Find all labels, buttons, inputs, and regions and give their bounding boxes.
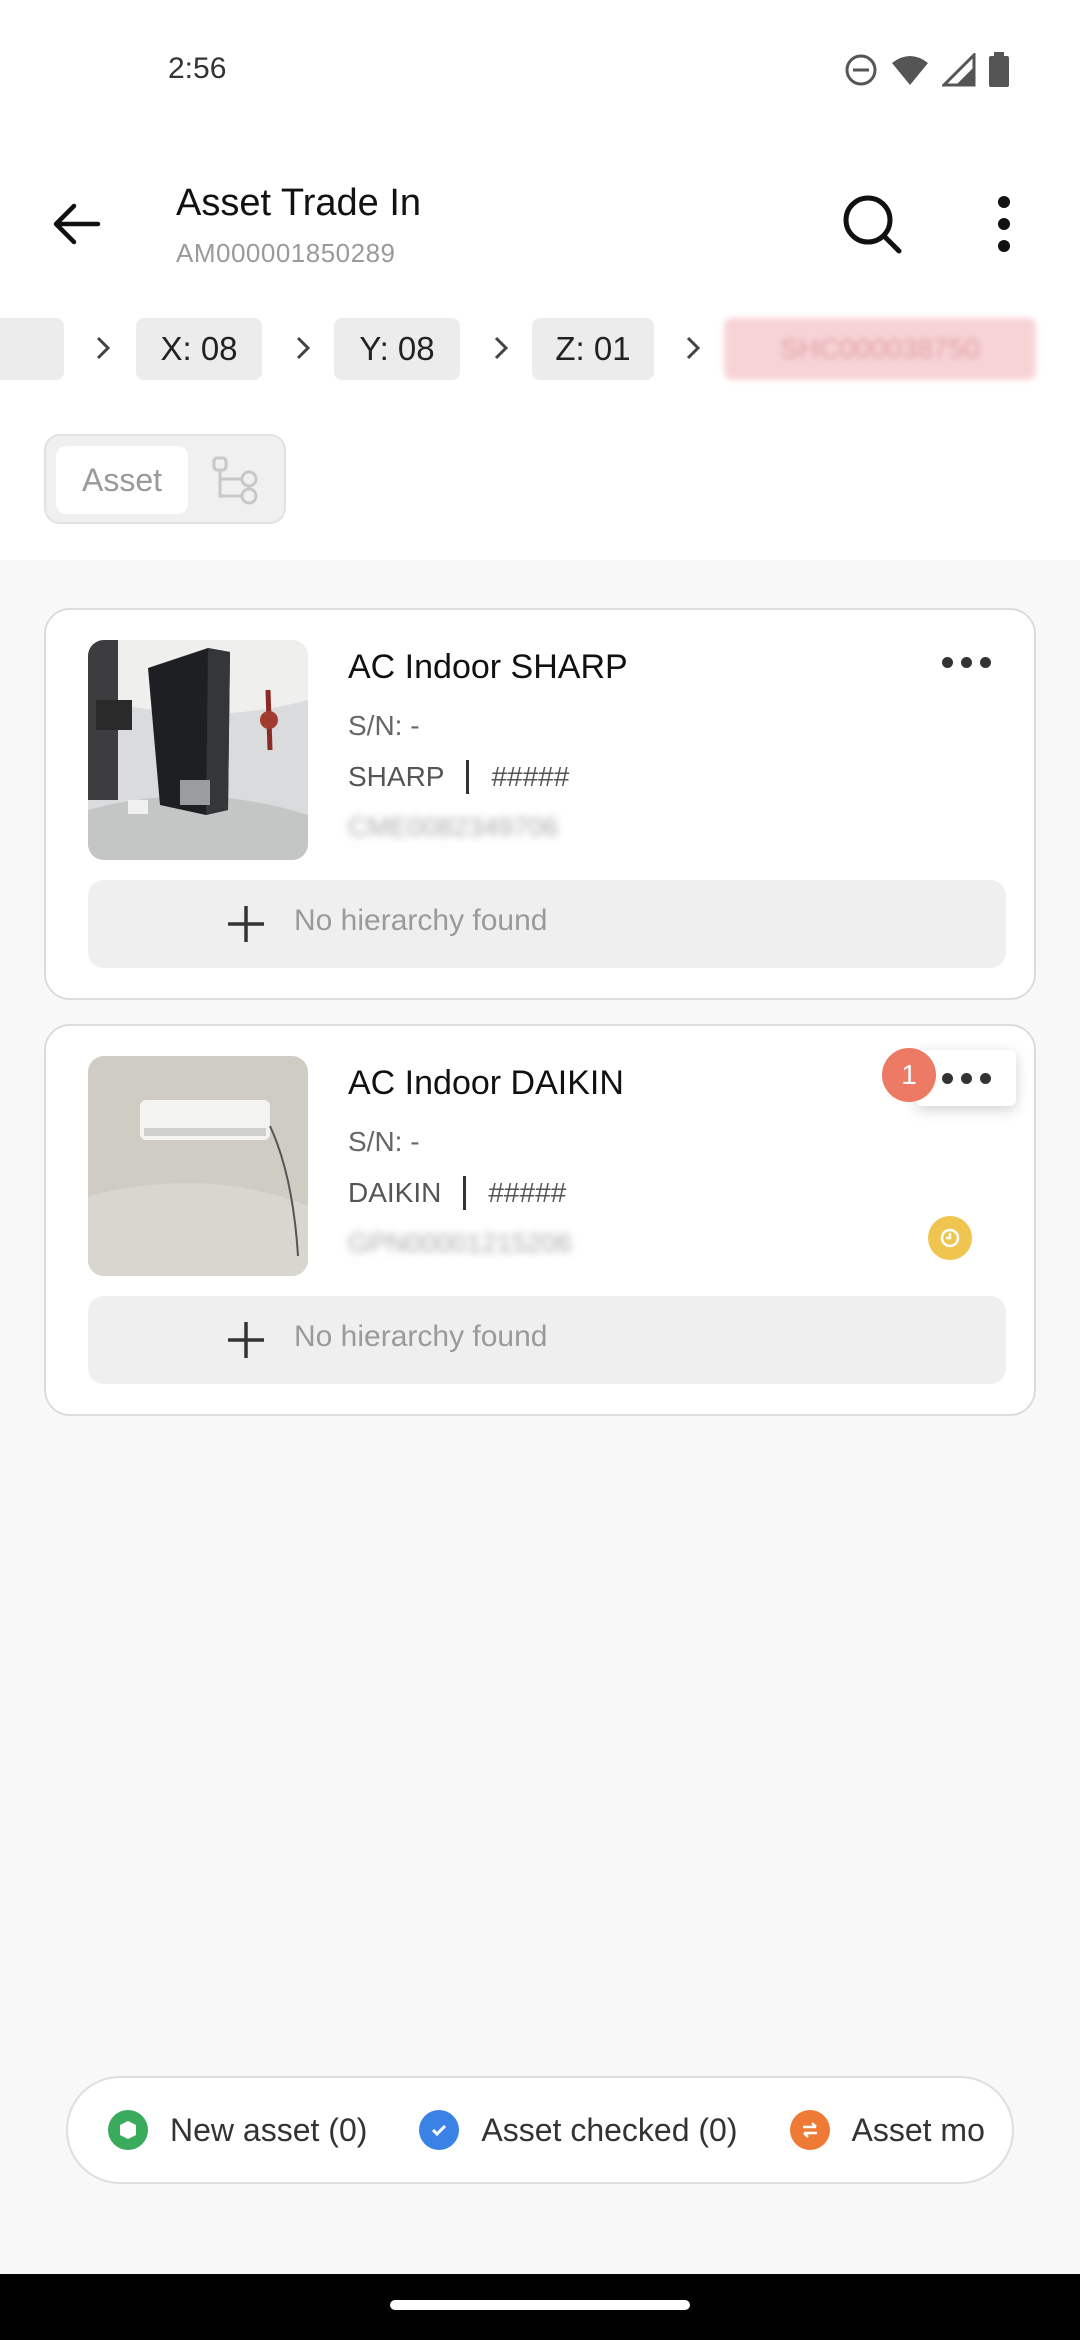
asset-photo bbox=[88, 640, 308, 860]
more-horizontal-icon bbox=[941, 656, 953, 668]
chevron-right-icon bbox=[88, 333, 118, 363]
notification-badge: 1 bbox=[882, 1048, 936, 1102]
add-hierarchy-button[interactable]: No hierarchy found bbox=[88, 880, 1006, 968]
back-button[interactable] bbox=[40, 188, 112, 260]
hierarchy-view-tab[interactable] bbox=[206, 450, 268, 512]
dnd-icon bbox=[844, 53, 878, 92]
hierarchy-empty-label: No hierarchy found bbox=[294, 904, 548, 937]
battery-icon bbox=[988, 52, 1010, 93]
chevron-right-icon bbox=[288, 333, 318, 363]
divider bbox=[463, 1176, 467, 1210]
page-title: Asset Trade In bbox=[176, 182, 422, 224]
status-time: 2:56 bbox=[168, 52, 227, 85]
asset-view-tab[interactable]: Asset bbox=[56, 446, 188, 514]
asset-code: CME0082349706 bbox=[348, 812, 559, 842]
asset-card[interactable]: AC Indoor DAIKIN S/N: - DAIKIN ##### GPN… bbox=[44, 1024, 1036, 1416]
more-vertical-icon bbox=[998, 196, 1010, 252]
status-bar: 2:56 bbox=[0, 0, 1080, 140]
asset-card[interactable]: AC Indoor SHARP S/N: - SHARP ##### CME00… bbox=[44, 608, 1036, 1000]
add-hierarchy-button[interactable]: No hierarchy found bbox=[88, 1296, 1006, 1384]
breadcrumb-item-current[interactable]: SHC000038750 bbox=[724, 318, 1036, 380]
chevron-right-icon bbox=[678, 333, 708, 363]
swap-icon bbox=[789, 2110, 830, 2150]
status-indicator-icon bbox=[928, 1216, 972, 1260]
legend-asset-moved-label: Asset mo bbox=[851, 2111, 985, 2148]
asset-model: ##### bbox=[491, 761, 570, 792]
asset-name: AC Indoor SHARP bbox=[348, 648, 628, 686]
breadcrumb-item[interactable] bbox=[0, 318, 64, 380]
asset-photo bbox=[88, 1056, 308, 1276]
signal-icon bbox=[940, 51, 976, 92]
app-header: Asset Trade In AM000001850289 X: 08 Y: 0… bbox=[0, 140, 1080, 560]
asset-more-button[interactable] bbox=[916, 634, 1016, 690]
asset-model: ##### bbox=[488, 1177, 567, 1208]
asset-brand: DAIKIN bbox=[348, 1177, 442, 1208]
search-button[interactable] bbox=[836, 188, 908, 260]
back-arrow-icon bbox=[53, 203, 101, 245]
more-options-button[interactable] bbox=[968, 188, 1040, 260]
plus-icon bbox=[228, 906, 264, 942]
page-subtitle: AM000001850289 bbox=[176, 238, 396, 268]
status-legend[interactable]: New asset (0) Asset checked (0) Asset mo bbox=[66, 2076, 1014, 2184]
chevron-right-icon bbox=[486, 333, 516, 363]
asset-brand: SHARP bbox=[348, 761, 445, 792]
legend-new-asset-label: New asset (0) bbox=[170, 2111, 368, 2148]
legend-asset-moved[interactable]: Asset mo bbox=[789, 2110, 985, 2150]
breadcrumb-item-y[interactable]: Y: 08 bbox=[334, 318, 460, 380]
breadcrumb-item-z[interactable]: Z: 01 bbox=[532, 318, 654, 380]
hierarchy-tree-icon bbox=[212, 456, 258, 505]
asset-brand-row: DAIKIN ##### bbox=[348, 1176, 566, 1210]
more-horizontal-icon bbox=[941, 1072, 953, 1084]
cube-icon bbox=[108, 2110, 148, 2150]
divider bbox=[466, 760, 470, 794]
status-icons bbox=[844, 51, 1010, 93]
check-badge-icon bbox=[419, 2110, 460, 2150]
legend-asset-checked[interactable]: Asset checked (0) bbox=[419, 2110, 738, 2150]
hierarchy-empty-label: No hierarchy found bbox=[294, 1320, 548, 1353]
legend-scroll[interactable]: New asset (0) Asset checked (0) Asset mo bbox=[108, 2078, 1012, 2182]
legend-asset-checked-label: Asset checked (0) bbox=[481, 2111, 738, 2148]
system-nav-bar bbox=[0, 2274, 1080, 2340]
search-icon bbox=[843, 195, 902, 254]
breadcrumb: X: 08 Y: 08 Z: 01 SHC000038750 bbox=[0, 318, 1080, 382]
asset-name: AC Indoor DAIKIN bbox=[348, 1064, 624, 1102]
asset-serial: S/N: - bbox=[348, 1126, 420, 1157]
breadcrumb-item-x[interactable]: X: 08 bbox=[136, 318, 262, 380]
home-handle[interactable] bbox=[390, 2300, 690, 2310]
view-toggle: Asset bbox=[44, 434, 286, 524]
wifi-icon bbox=[890, 53, 930, 92]
legend-new-asset[interactable]: New asset (0) bbox=[108, 2110, 367, 2150]
asset-code: GPN00001215206 bbox=[348, 1228, 572, 1258]
asset-serial: S/N: - bbox=[348, 710, 420, 741]
plus-icon bbox=[228, 1322, 264, 1358]
asset-brand-row: SHARP ##### bbox=[348, 760, 569, 794]
